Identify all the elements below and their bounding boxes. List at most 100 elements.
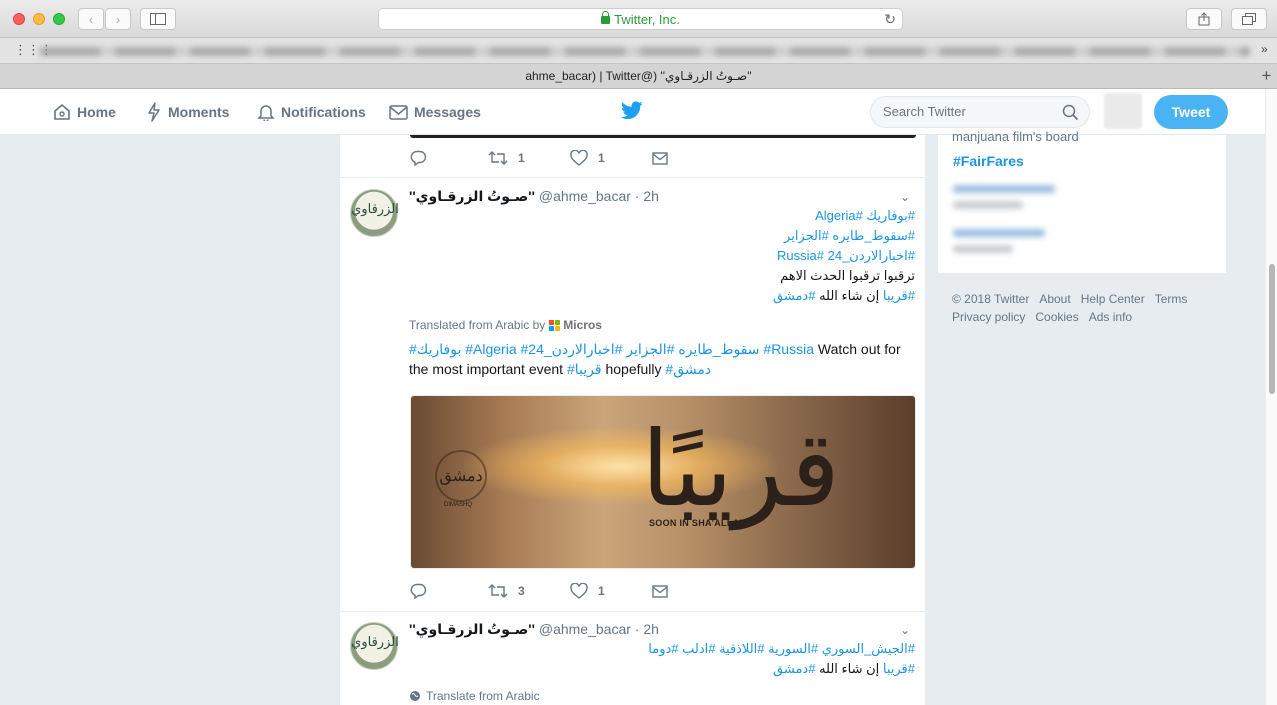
microsoft-logo-icon [549,319,561,331]
hashtag[interactable]: #دمشق [665,361,711,377]
hashtag[interactable]: #دمشق [773,661,815,676]
lock-icon [601,11,611,24]
tab-bar: ahme_bacar) | Twitter@) ''صـوتُ الزرقـاو… [0,64,1277,89]
footer-ads-info[interactable]: Ads info [1089,310,1132,324]
image-caption: SOON IN SHA'ALLAH [649,518,747,528]
calligraphy-text: قريبًا [641,408,841,530]
search-input[interactable]: Search Twitter [870,96,1090,128]
like-button[interactable]: 1 [570,583,652,599]
text: إن شاء الله [815,288,883,303]
nav-home[interactable]: Home [53,89,116,135]
share-button[interactable] [1186,8,1222,30]
tweet-text: #الجيش_السوري #السورية #اللاذقية #ادلب #… [648,639,915,679]
retweet-button[interactable]: 1 [488,151,570,165]
dm-button[interactable] [652,584,678,598]
footer-help-center[interactable]: Help Center [1081,292,1145,306]
envelope-icon [652,151,668,165]
heart-icon [570,583,588,599]
sidebar-icon [150,13,166,25]
search-placeholder: Search Twitter [883,104,966,119]
dm-button[interactable] [652,151,678,165]
like-button[interactable]: 1 [570,150,652,166]
author-name[interactable]: ''صـوتُ الزرقـاوي'' [409,188,535,204]
tweet-author-avatar[interactable]: الزرقاوي [350,622,399,670]
retweet-icon [488,584,508,598]
twitter-bird-icon[interactable] [621,101,643,120]
home-icon [54,103,70,120]
blurred-trend-meta [953,245,1013,253]
previous-tweet-media[interactable] [410,135,916,138]
address-text: Twitter, Inc. [614,11,680,27]
footer-terms[interactable]: Terms [1155,292,1188,306]
nav-moments[interactable]: Moments [146,89,229,135]
address-bar[interactable]: Twitter, Inc. ↻ [378,8,903,30]
profile-avatar[interactable] [1104,93,1142,129]
tweet[interactable]: الزرقاوي ''صـوتُ الزرقـاوي'' @ahme_bacar… [340,611,925,705]
chevron-down-icon[interactable]: ⌄ [900,623,910,637]
text-line: ترقبوا ترقبوا الحدث الاهم [780,268,915,283]
back-button[interactable]: ‹ [78,8,104,30]
favorites-bar: ⋮⋮⋮ » [0,38,1277,64]
hashtag[interactable]: #قريبا [883,288,915,303]
minimize-window-button[interactable] [33,13,45,25]
nav-notifications[interactable]: Notifications [257,89,366,135]
hashtags[interactable]: #بوفاريك #Algeria #سقوط_طايره #الجزاير #… [409,341,814,357]
mixed-line: #قريبا إن شاء الله #دمشق [648,659,915,679]
retweet-icon [488,151,508,165]
bell-icon [257,105,275,121]
twitter-nav-bar: Home Moments Notifications Messages Sear… [0,89,1277,135]
author-name[interactable]: ''صـوتُ الزرقـاوي'' [409,621,535,637]
retweet-button[interactable]: 3 [488,584,570,598]
tweet-header: ''صـوتُ الزرقـاوي'' @ahme_bacar · 2h [409,621,659,638]
footer-row: © 2018 Twitter About Help Center Terms [952,290,1222,308]
hashtag-line[interactable]: #اخبارالاردن_24 #Russia [773,246,915,266]
scrollbar-thumb[interactable] [1269,264,1275,394]
mixed-line: #قريبا إن شاء الله #دمشق [773,286,915,306]
footer-cookies[interactable]: Cookies [1035,310,1078,324]
tweet-button[interactable]: Tweet [1154,95,1228,129]
share-icon [1198,12,1210,26]
hashtag[interactable]: #قريبا [567,361,602,377]
translation-label: Translated from Arabic by Micros [409,318,602,332]
tab-title[interactable]: ahme_bacar) | Twitter@) ''صـوتُ الزرقـاو… [525,69,751,83]
reply-icon [410,150,427,166]
more-bookmarks-icon[interactable]: » [1261,42,1268,56]
hashtag-line[interactable]: #سقوط_طايره #الجزاير [773,226,915,246]
reload-icon[interactable]: ↻ [884,11,896,28]
hashtag[interactable]: #قريبا [883,661,915,676]
tabs-overview-button[interactable] [1231,8,1267,30]
zoom-window-button[interactable] [53,13,65,25]
tweet-image[interactable]: دمشق DIMASHQ قريبًا SOON IN SHA'ALLAH [410,395,916,569]
forward-button[interactable]: › [105,8,131,30]
plus-icon: + [1261,66,1272,85]
previous-tweet-actions: 1 1 [410,150,678,166]
tweet[interactable]: الزرقاوي ''صـوتُ الزرقـاوي'' @ahme_bacar… [340,177,925,611]
search-icon[interactable] [1062,104,1079,121]
damascus-seal-text: دمشق [435,450,487,502]
timeline: 1 1 الزرقاوي ''صـوتُ الزرقـاوي'' @ahme_b… [339,135,926,705]
tweet-author-avatar[interactable]: الزرقاوي [350,189,399,237]
page-scrollbar[interactable] [1265,89,1277,705]
blurred-bookmarks [40,47,1250,56]
tweet-actions: 3 1 [410,583,678,599]
heart-icon [570,150,588,166]
trend-item[interactable]: #FairFares [953,153,1024,169]
footer-privacy[interactable]: Privacy policy [952,310,1025,324]
reply-button[interactable] [410,150,488,166]
avatar-text: الزرقاوي [351,202,399,217]
author-handle-time[interactable]: @ahme_bacar · 2h [539,188,659,204]
reply-button[interactable] [410,583,488,599]
hashtag-line[interactable]: #بوفاريك #Algeria [773,206,915,226]
new-tab-button[interactable]: + [1256,64,1277,89]
chevron-down-icon[interactable]: ⌄ [900,190,910,204]
author-handle-time[interactable]: @ahme_bacar · 2h [539,621,659,637]
nav-messages[interactable]: Messages [389,89,481,135]
blurred-trend[interactable] [953,185,1055,193]
hashtag[interactable]: #دمشق [773,288,815,303]
hashtag-line[interactable]: #الجيش_السوري #السورية #اللاذقية #ادلب #… [648,639,915,659]
close-window-button[interactable] [13,13,25,25]
footer-about[interactable]: About [1039,292,1070,306]
translate-link[interactable]: Translate from Arabic [409,689,540,703]
blurred-trend[interactable] [953,229,1045,237]
sidebar-toggle-button[interactable] [140,8,176,30]
